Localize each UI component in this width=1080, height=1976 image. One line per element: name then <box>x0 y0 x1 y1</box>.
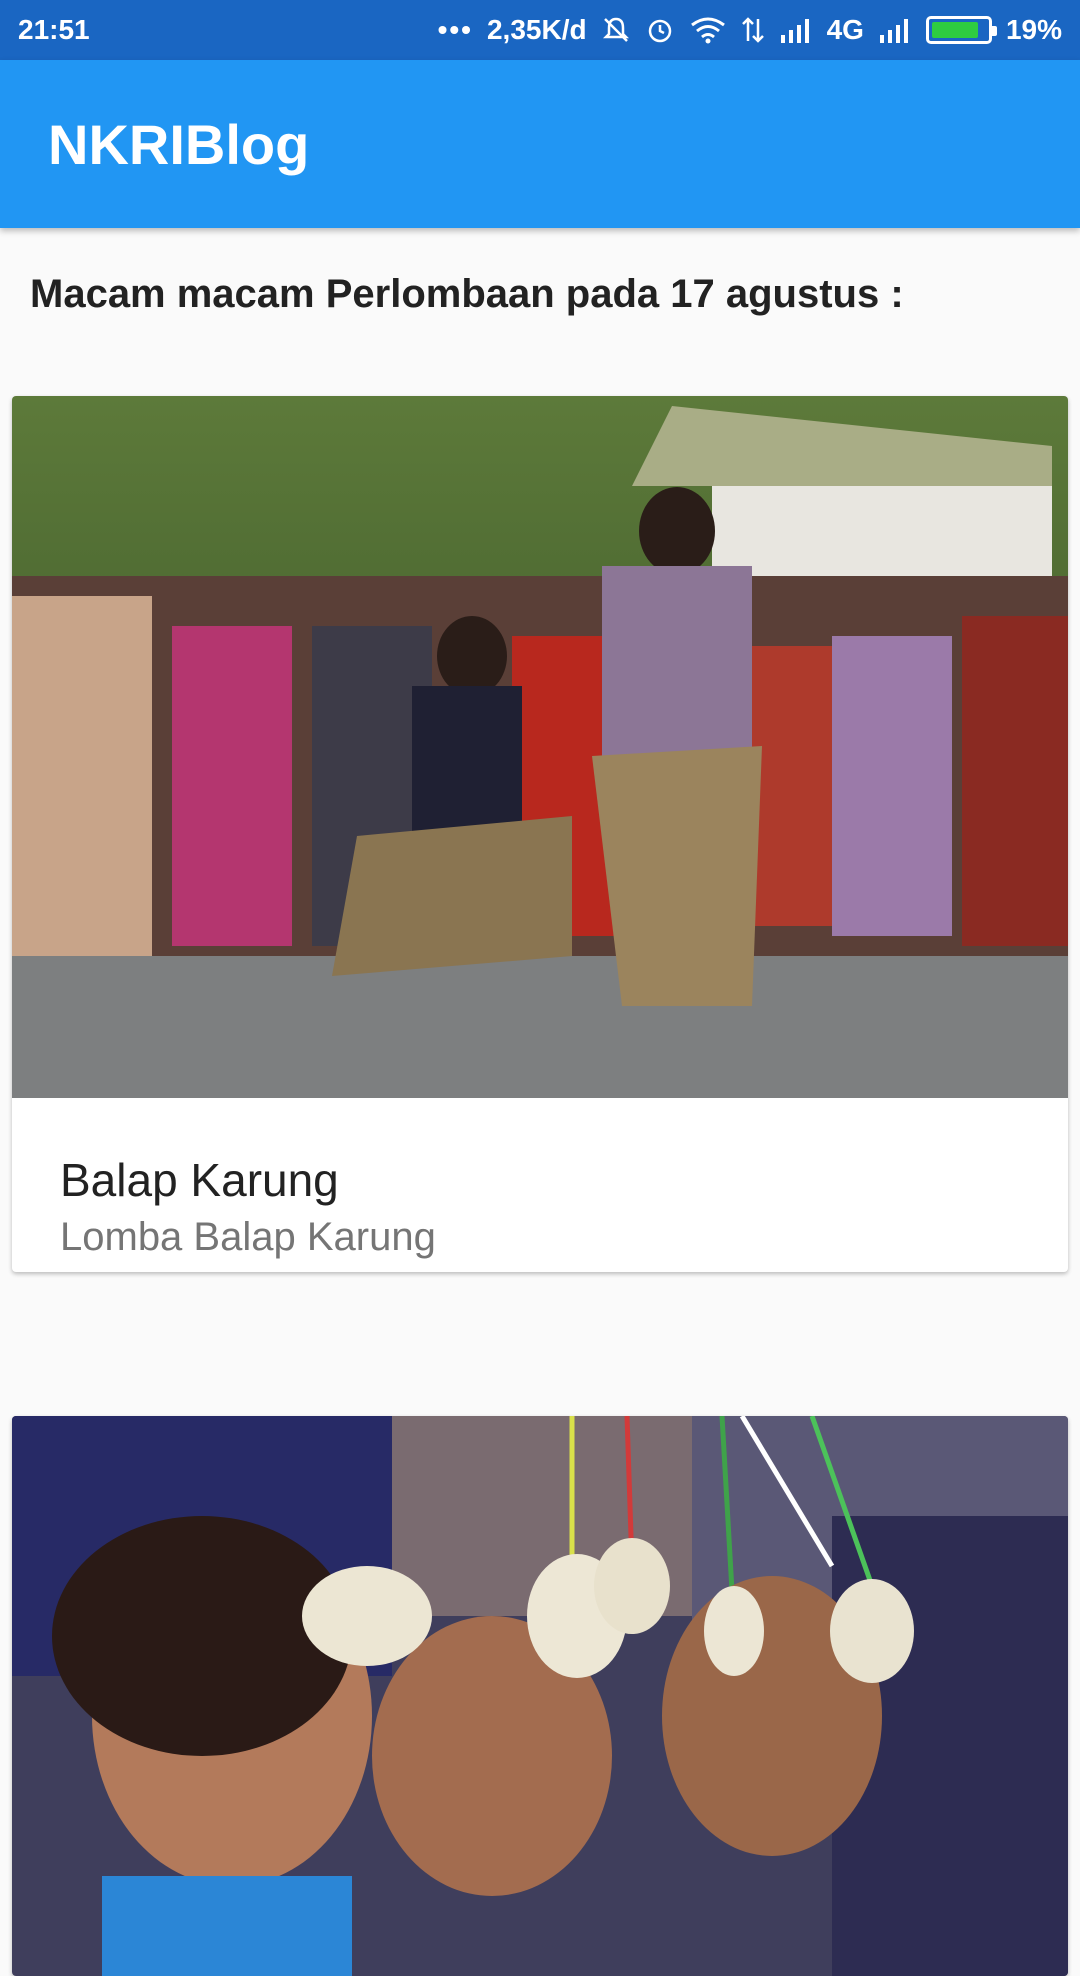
status-icons: ••• 2,35K/d 4G 19% <box>438 14 1062 46</box>
card-subtitle: Lomba Balap Karung <box>60 1215 436 1259</box>
status-bar: 21:51 ••• 2,35K/d 4G 19% <box>0 0 1080 60</box>
more-icon: ••• <box>437 14 473 45</box>
battery-icon <box>925 16 997 44</box>
wifi-icon <box>689 15 727 45</box>
card-lomba-makan-kerupuk[interactable] <box>12 1416 1068 1976</box>
app-bar: NKRIBlog <box>0 60 1080 228</box>
data-arrows-icon <box>741 15 765 45</box>
network-speed: 2,35K/d <box>486 14 587 45</box>
section-heading: Macam macam Perlombaan pada 17 agustus : <box>30 272 904 316</box>
sack-race-photo <box>12 396 1068 1098</box>
signal-icon-2 <box>878 15 912 45</box>
network-type: 4G <box>826 14 864 45</box>
signal-icon <box>779 15 813 45</box>
battery-level <box>931 22 979 38</box>
card-text: Balap Karung Lomba Balap Karung <box>12 1098 1068 1262</box>
status-time: 21:51 <box>18 14 90 45</box>
battery-percent: 19% <box>1005 14 1062 45</box>
mute-bell-icon <box>601 15 631 45</box>
alarm-icon <box>645 15 675 45</box>
cracker-eating-contest-photo <box>12 1416 1068 1976</box>
app-title: NKRIBlog <box>48 112 310 176</box>
card-balap-karung[interactable]: Balap Karung Lomba Balap Karung <box>12 396 1068 1272</box>
card-title: Balap Karung <box>60 1154 339 1206</box>
